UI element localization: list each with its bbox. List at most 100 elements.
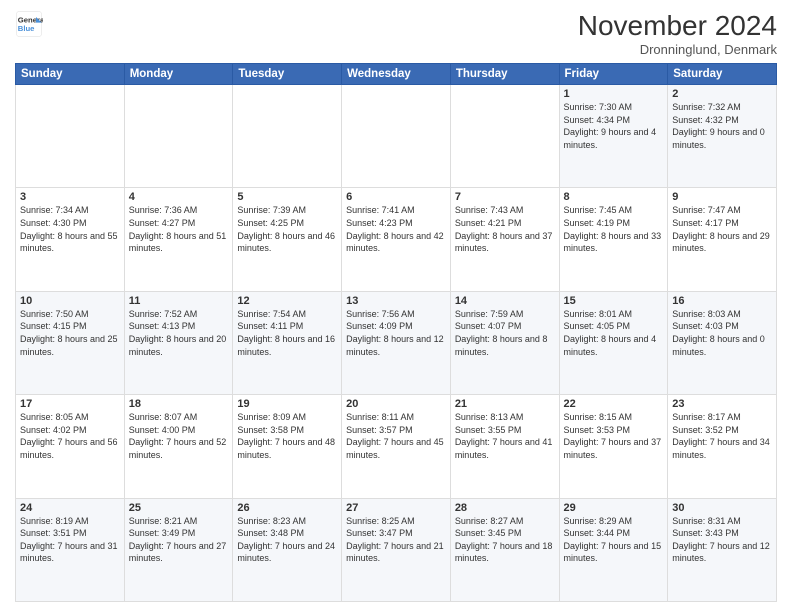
day-number: 25 xyxy=(129,502,229,514)
table-row: 5Sunrise: 7:39 AM Sunset: 4:25 PM Daylig… xyxy=(233,188,342,291)
day-info: Sunrise: 8:17 AM Sunset: 3:52 PM Dayligh… xyxy=(672,411,772,461)
table-row: 9Sunrise: 7:47 AM Sunset: 4:17 PM Daylig… xyxy=(668,188,777,291)
day-number: 14 xyxy=(455,295,555,307)
table-row: 10Sunrise: 7:50 AM Sunset: 4:15 PM Dayli… xyxy=(16,291,125,394)
day-number: 4 xyxy=(129,191,229,203)
table-row: 3Sunrise: 7:34 AM Sunset: 4:30 PM Daylig… xyxy=(16,188,125,291)
table-row: 21Sunrise: 8:13 AM Sunset: 3:55 PM Dayli… xyxy=(450,395,559,498)
location: Dronninglund, Denmark xyxy=(578,42,777,57)
calendar: Sunday Monday Tuesday Wednesday Thursday… xyxy=(15,63,777,602)
day-number: 29 xyxy=(564,502,664,514)
table-row xyxy=(16,85,125,188)
title-block: November 2024 Dronninglund, Denmark xyxy=(578,10,777,57)
table-row: 17Sunrise: 8:05 AM Sunset: 4:02 PM Dayli… xyxy=(16,395,125,498)
table-row xyxy=(342,85,451,188)
day-info: Sunrise: 8:13 AM Sunset: 3:55 PM Dayligh… xyxy=(455,411,555,461)
table-row: 1Sunrise: 7:30 AM Sunset: 4:34 PM Daylig… xyxy=(559,85,668,188)
day-info: Sunrise: 7:45 AM Sunset: 4:19 PM Dayligh… xyxy=(564,204,664,254)
table-row: 2Sunrise: 7:32 AM Sunset: 4:32 PM Daylig… xyxy=(668,85,777,188)
table-row: 25Sunrise: 8:21 AM Sunset: 3:49 PM Dayli… xyxy=(124,498,233,601)
table-row: 15Sunrise: 8:01 AM Sunset: 4:05 PM Dayli… xyxy=(559,291,668,394)
day-number: 22 xyxy=(564,398,664,410)
day-info: Sunrise: 7:34 AM Sunset: 4:30 PM Dayligh… xyxy=(20,204,120,254)
day-info: Sunrise: 7:30 AM Sunset: 4:34 PM Dayligh… xyxy=(564,101,664,151)
day-info: Sunrise: 8:27 AM Sunset: 3:45 PM Dayligh… xyxy=(455,515,555,565)
day-info: Sunrise: 7:32 AM Sunset: 4:32 PM Dayligh… xyxy=(672,101,772,151)
day-info: Sunrise: 7:59 AM Sunset: 4:07 PM Dayligh… xyxy=(455,308,555,358)
day-number: 12 xyxy=(237,295,337,307)
calendar-week-row: 17Sunrise: 8:05 AM Sunset: 4:02 PM Dayli… xyxy=(16,395,777,498)
day-info: Sunrise: 7:52 AM Sunset: 4:13 PM Dayligh… xyxy=(129,308,229,358)
day-info: Sunrise: 8:09 AM Sunset: 3:58 PM Dayligh… xyxy=(237,411,337,461)
day-info: Sunrise: 7:43 AM Sunset: 4:21 PM Dayligh… xyxy=(455,204,555,254)
calendar-week-row: 24Sunrise: 8:19 AM Sunset: 3:51 PM Dayli… xyxy=(16,498,777,601)
day-info: Sunrise: 8:15 AM Sunset: 3:53 PM Dayligh… xyxy=(564,411,664,461)
day-info: Sunrise: 7:50 AM Sunset: 4:15 PM Dayligh… xyxy=(20,308,120,358)
table-row: 6Sunrise: 7:41 AM Sunset: 4:23 PM Daylig… xyxy=(342,188,451,291)
day-number: 10 xyxy=(20,295,120,307)
day-number: 1 xyxy=(564,88,664,100)
day-number: 16 xyxy=(672,295,772,307)
day-info: Sunrise: 8:29 AM Sunset: 3:44 PM Dayligh… xyxy=(564,515,664,565)
col-friday: Friday xyxy=(559,64,668,85)
table-row: 18Sunrise: 8:07 AM Sunset: 4:00 PM Dayli… xyxy=(124,395,233,498)
table-row: 22Sunrise: 8:15 AM Sunset: 3:53 PM Dayli… xyxy=(559,395,668,498)
day-number: 23 xyxy=(672,398,772,410)
day-info: Sunrise: 8:23 AM Sunset: 3:48 PM Dayligh… xyxy=(237,515,337,565)
day-number: 24 xyxy=(20,502,120,514)
table-row: 20Sunrise: 8:11 AM Sunset: 3:57 PM Dayli… xyxy=(342,395,451,498)
day-number: 20 xyxy=(346,398,446,410)
day-number: 27 xyxy=(346,502,446,514)
day-number: 3 xyxy=(20,191,120,203)
table-row: 12Sunrise: 7:54 AM Sunset: 4:11 PM Dayli… xyxy=(233,291,342,394)
header: General Blue November 2024 Dronninglund,… xyxy=(15,10,777,57)
table-row: 8Sunrise: 7:45 AM Sunset: 4:19 PM Daylig… xyxy=(559,188,668,291)
calendar-week-row: 3Sunrise: 7:34 AM Sunset: 4:30 PM Daylig… xyxy=(16,188,777,291)
svg-text:General: General xyxy=(18,16,43,25)
day-info: Sunrise: 8:11 AM Sunset: 3:57 PM Dayligh… xyxy=(346,411,446,461)
day-number: 5 xyxy=(237,191,337,203)
day-number: 2 xyxy=(672,88,772,100)
day-info: Sunrise: 7:54 AM Sunset: 4:11 PM Dayligh… xyxy=(237,308,337,358)
table-row: 24Sunrise: 8:19 AM Sunset: 3:51 PM Dayli… xyxy=(16,498,125,601)
col-saturday: Saturday xyxy=(668,64,777,85)
logo-icon: General Blue xyxy=(15,10,43,38)
day-info: Sunrise: 7:47 AM Sunset: 4:17 PM Dayligh… xyxy=(672,204,772,254)
day-number: 8 xyxy=(564,191,664,203)
day-number: 17 xyxy=(20,398,120,410)
day-info: Sunrise: 7:39 AM Sunset: 4:25 PM Dayligh… xyxy=(237,204,337,254)
day-info: Sunrise: 8:21 AM Sunset: 3:49 PM Dayligh… xyxy=(129,515,229,565)
day-info: Sunrise: 8:31 AM Sunset: 3:43 PM Dayligh… xyxy=(672,515,772,565)
col-monday: Monday xyxy=(124,64,233,85)
day-info: Sunrise: 8:05 AM Sunset: 4:02 PM Dayligh… xyxy=(20,411,120,461)
table-row: 11Sunrise: 7:52 AM Sunset: 4:13 PM Dayli… xyxy=(124,291,233,394)
col-tuesday: Tuesday xyxy=(233,64,342,85)
table-row: 27Sunrise: 8:25 AM Sunset: 3:47 PM Dayli… xyxy=(342,498,451,601)
table-row: 26Sunrise: 8:23 AM Sunset: 3:48 PM Dayli… xyxy=(233,498,342,601)
calendar-week-row: 10Sunrise: 7:50 AM Sunset: 4:15 PM Dayli… xyxy=(16,291,777,394)
day-number: 18 xyxy=(129,398,229,410)
table-row: 16Sunrise: 8:03 AM Sunset: 4:03 PM Dayli… xyxy=(668,291,777,394)
day-number: 15 xyxy=(564,295,664,307)
day-info: Sunrise: 7:41 AM Sunset: 4:23 PM Dayligh… xyxy=(346,204,446,254)
logo: General Blue xyxy=(15,10,43,38)
table-row: 14Sunrise: 7:59 AM Sunset: 4:07 PM Dayli… xyxy=(450,291,559,394)
table-row: 13Sunrise: 7:56 AM Sunset: 4:09 PM Dayli… xyxy=(342,291,451,394)
day-info: Sunrise: 7:56 AM Sunset: 4:09 PM Dayligh… xyxy=(346,308,446,358)
table-row: 29Sunrise: 8:29 AM Sunset: 3:44 PM Dayli… xyxy=(559,498,668,601)
day-info: Sunrise: 8:03 AM Sunset: 4:03 PM Dayligh… xyxy=(672,308,772,358)
table-row: 7Sunrise: 7:43 AM Sunset: 4:21 PM Daylig… xyxy=(450,188,559,291)
day-info: Sunrise: 8:25 AM Sunset: 3:47 PM Dayligh… xyxy=(346,515,446,565)
table-row xyxy=(233,85,342,188)
svg-text:Blue: Blue xyxy=(18,24,35,33)
col-wednesday: Wednesday xyxy=(342,64,451,85)
day-number: 28 xyxy=(455,502,555,514)
table-row: 4Sunrise: 7:36 AM Sunset: 4:27 PM Daylig… xyxy=(124,188,233,291)
col-sunday: Sunday xyxy=(16,64,125,85)
page: General Blue November 2024 Dronninglund,… xyxy=(0,0,792,612)
day-info: Sunrise: 8:19 AM Sunset: 3:51 PM Dayligh… xyxy=(20,515,120,565)
table-row xyxy=(450,85,559,188)
day-number: 21 xyxy=(455,398,555,410)
month-title: November 2024 xyxy=(578,10,777,42)
day-number: 26 xyxy=(237,502,337,514)
